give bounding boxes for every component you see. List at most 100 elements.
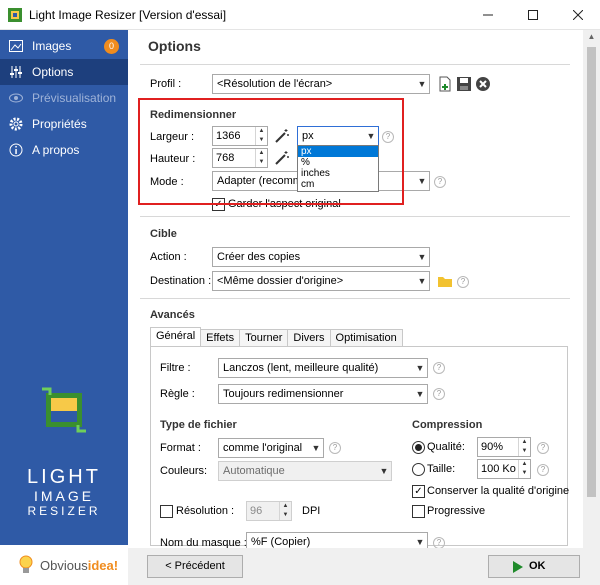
footer-bar: < Précédent OK [128, 548, 600, 585]
minimize-button[interactable] [465, 0, 510, 30]
chevron-down-icon: ▼ [417, 276, 427, 286]
resolution-stepper[interactable]: ▲ ▼ [279, 502, 291, 520]
resolution-input[interactable]: 96 ▲ ▼ [246, 501, 292, 521]
tab-rotate[interactable]: Tourner [239, 329, 289, 346]
chevron-down-icon: ▼ [417, 252, 427, 262]
help-icon[interactable]: ? [433, 362, 445, 374]
advanced-section-title: Avancés [150, 309, 195, 321]
chevron-down-icon: ▼ [417, 79, 427, 89]
size-stepper[interactable]: ▲ ▼ [518, 460, 530, 478]
info-icon [8, 142, 24, 158]
minimize-icon [482, 14, 493, 16]
ok-label: OK [529, 560, 546, 572]
quality-input[interactable]: 90% ▲ ▼ [477, 437, 531, 457]
images-icon [8, 38, 24, 54]
progressive-label: Progressive [427, 505, 486, 517]
action-select[interactable]: Créer des copies ▼ [212, 247, 430, 267]
action-label: Action : [150, 251, 187, 263]
quality-stepper[interactable]: ▲ ▼ [518, 438, 530, 456]
delete-profile-icon[interactable] [475, 76, 491, 92]
close-button[interactable] [555, 0, 600, 30]
unit-option-percent[interactable]: % [298, 157, 378, 168]
maximize-button[interactable] [510, 0, 555, 30]
help-icon[interactable]: ? [329, 442, 341, 454]
help-icon[interactable]: ? [433, 388, 445, 400]
size-input[interactable]: 100 Ko ▲ ▼ [477, 459, 531, 479]
chevron-down-icon: ▼ [415, 389, 425, 399]
sidebar-item-label: Options [32, 65, 74, 79]
close-icon [572, 10, 583, 20]
profil-label: Profil : [150, 78, 182, 90]
filter-label: Filtre : [160, 362, 191, 374]
help-icon[interactable]: ? [434, 176, 446, 188]
gear-icon [8, 116, 24, 132]
vertical-scrollbar[interactable]: ▲ [583, 30, 600, 585]
tab-misc[interactable]: Divers [287, 329, 331, 346]
divider [140, 298, 570, 299]
brand-name: Obviousidea! [40, 557, 119, 573]
sliders-icon [8, 64, 24, 80]
rule-select[interactable]: Toujours redimensionner ▼ [218, 384, 428, 404]
sidebar-item-properties[interactable]: Propriétés [0, 111, 128, 137]
tab-general[interactable]: Général [150, 327, 202, 346]
page-title: Options [148, 38, 201, 54]
sidebar-item-label: Propriétés [32, 117, 87, 131]
add-profile-icon[interactable] [437, 76, 453, 92]
destination-label: Destination : [150, 275, 212, 287]
size-label: Taille: [427, 463, 456, 475]
resolution-checkbox[interactable] [160, 505, 173, 518]
rule-label: Règle : [160, 388, 195, 400]
format-label: Format : [160, 442, 201, 454]
unit-option-px[interactable]: px [298, 146, 378, 157]
app-logo-icon [42, 387, 86, 433]
help-icon[interactable]: ? [537, 442, 549, 454]
lightbulb-icon [19, 555, 33, 573]
dpi-label: DPI [302, 505, 321, 517]
scroll-thumb[interactable] [587, 47, 596, 497]
app-icon [8, 8, 22, 22]
quality-label: Qualité: [427, 441, 465, 453]
format-select[interactable]: comme l'original ▼ [218, 438, 324, 458]
scroll-up-icon[interactable]: ▲ [583, 32, 600, 41]
keep-quality-checkbox[interactable]: ✓ [412, 485, 425, 498]
unit-option-inches[interactable]: inches [298, 168, 378, 179]
logo-text-line-2: IMAGE [33, 488, 95, 504]
title-bar: Light Image Resizer [Version d'essai] [0, 0, 600, 30]
size-radio[interactable] [412, 463, 425, 476]
advanced-tabs: Général Effets Tourner Divers Optimisati… [150, 327, 403, 346]
folder-icon[interactable] [437, 273, 453, 289]
previous-button[interactable]: < Précédent [147, 555, 243, 578]
unit-dropdown-list[interactable]: px % inches cm [297, 145, 379, 192]
tab-effects[interactable]: Effets [200, 329, 241, 346]
help-icon[interactable]: ? [537, 464, 549, 476]
sidebar-item-label: Prévisualisation [32, 91, 117, 105]
play-icon [513, 560, 523, 581]
compression-section-title: Compression [412, 419, 483, 431]
colors-label: Couleurs: [160, 465, 208, 477]
ok-button[interactable]: OK [488, 555, 580, 578]
chevron-down-icon: ▼ [417, 176, 427, 186]
save-profile-icon[interactable] [456, 76, 472, 92]
chevron-down-icon: ▼ [379, 466, 389, 476]
sidebar-item-images[interactable]: Images 0 [0, 33, 128, 59]
window-title: Light Image Resizer [Version d'essai] [29, 8, 227, 22]
progressive-checkbox[interactable] [412, 505, 425, 518]
quality-radio[interactable] [412, 441, 425, 454]
images-count-badge: 0 [104, 39, 119, 54]
sidebar-item-label: A propos [32, 143, 80, 157]
divider [140, 64, 570, 65]
sidebar-item-about[interactable]: A propos [0, 137, 128, 163]
sidebar-item-options[interactable]: Options [0, 59, 128, 85]
filter-select[interactable]: Lanczos (lent, meilleure qualité) ▼ [218, 358, 428, 378]
unit-option-cm[interactable]: cm [298, 179, 378, 190]
brand-footer: Obviousidea! [0, 545, 128, 585]
profil-select[interactable]: <Résolution de l'écran> ▼ [212, 74, 430, 94]
colors-select[interactable]: Automatique ▼ [218, 461, 392, 481]
keep-quality-label: Conserver la qualité d'origine [427, 485, 570, 497]
tab-optimization[interactable]: Optimisation [329, 329, 403, 346]
help-icon[interactable]: ? [457, 276, 469, 288]
sidebar-item-preview[interactable]: Prévisualisation [0, 85, 128, 111]
target-section-title: Cible [150, 228, 177, 240]
destination-select[interactable]: <Même dossier d'origine> ▼ [212, 271, 430, 291]
filetype-section-title: Type de fichier [160, 419, 237, 431]
